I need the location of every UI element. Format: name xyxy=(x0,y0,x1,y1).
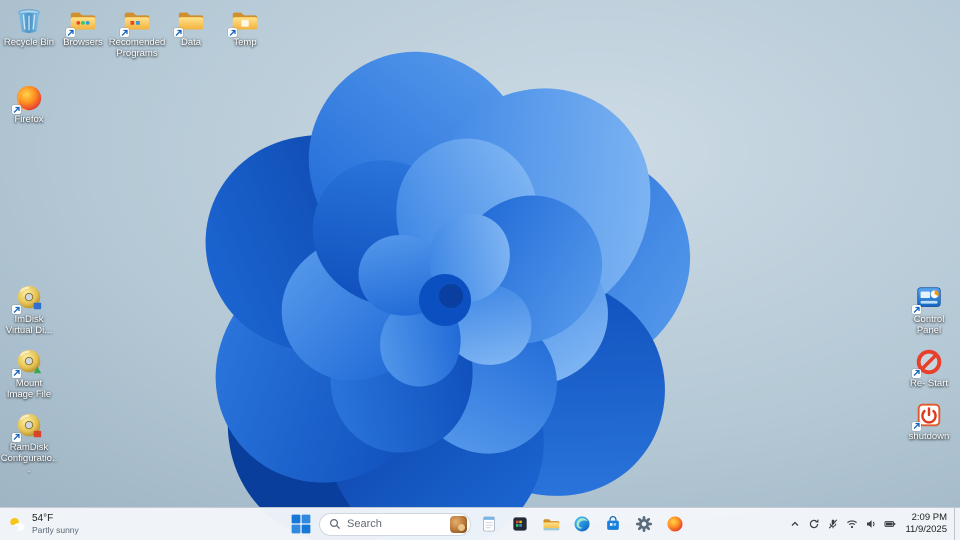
desktop-icon-row: Recycle Bin Browsers Recomended Programs… xyxy=(2,6,272,60)
microsoft-store-icon xyxy=(607,516,619,530)
icon-label: ImDisk Virtual Di... xyxy=(5,314,53,336)
clock-date: 11/9/2025 xyxy=(905,524,947,535)
folder-icon xyxy=(174,6,207,37)
wifi-icon[interactable] xyxy=(843,512,861,536)
taskbar-app-settings[interactable] xyxy=(631,511,657,537)
icon-label: Mount Image File xyxy=(6,377,52,400)
start-button[interactable] xyxy=(288,511,314,537)
desktop-icon-recommended-programs[interactable]: Recomended Programs xyxy=(108,6,166,60)
desktop-icon-browsers[interactable]: Browsers xyxy=(56,6,110,60)
desktop-icon-column-right: Control Panel Re- Start shutdown xyxy=(902,283,956,443)
clock-time: 2:09 PM xyxy=(911,511,947,523)
restart-prohibited-icon xyxy=(912,347,945,378)
taskbar-app-microsoft-store[interactable] xyxy=(600,511,626,537)
hidden-icons-chevron-icon[interactable] xyxy=(786,512,804,536)
taskbar: 54°F Partly sunny Search 2:09 PM 11/9/20… xyxy=(0,507,960,540)
shortcut-arrow-icon xyxy=(12,432,21,442)
desktop-icon-temp[interactable]: Temp xyxy=(218,6,272,60)
search-daily-image[interactable] xyxy=(450,515,467,533)
sync-icon[interactable] xyxy=(805,512,823,536)
shortcut-arrow-icon xyxy=(174,28,183,37)
gold-disc-icon xyxy=(12,283,45,314)
desktop-icon-recycle-bin[interactable]: Recycle Bin xyxy=(2,6,56,60)
gold-disc-icon xyxy=(12,411,45,442)
icon-label: Data xyxy=(180,37,202,48)
taskbar-app-firefox[interactable] xyxy=(662,511,688,537)
folder-icon xyxy=(228,6,261,37)
shortcut-arrow-icon xyxy=(12,368,21,378)
search-icon xyxy=(329,518,341,530)
show-desktop-button[interactable] xyxy=(954,508,958,540)
taskbar-app-notepad[interactable] xyxy=(476,511,502,537)
firefox-icon xyxy=(667,516,683,533)
shortcut-arrow-icon xyxy=(12,105,21,114)
shortcut-arrow-icon xyxy=(912,421,921,431)
gold-disc-icon xyxy=(12,347,45,378)
windows-start-icon xyxy=(291,514,311,534)
settings-gear-icon xyxy=(636,516,652,532)
icon-label: Recycle Bin xyxy=(3,37,55,48)
shortcut-arrow-icon xyxy=(912,368,921,378)
shortcut-arrow-icon xyxy=(228,28,237,37)
icon-label: Recomended Programs xyxy=(108,37,166,59)
desktop-icon-imdisk[interactable]: ImDisk Virtual Di... xyxy=(2,283,56,337)
icon-label: RamDisk Configuratio... xyxy=(0,441,58,475)
folder-icon xyxy=(120,6,153,37)
desktop-icon-mount-image-file[interactable]: Mount Image File xyxy=(2,347,56,401)
desktop: Recycle Bin Browsers Recomended Programs… xyxy=(0,0,960,540)
edge-icon xyxy=(574,516,590,532)
taskbar-app-system-utility[interactable] xyxy=(507,511,533,537)
system-tray: 2:09 PM 11/9/2025 xyxy=(786,508,958,540)
desktop-icon-ramdisk[interactable]: RamDisk Configuratio... xyxy=(0,411,58,476)
desktop-icon-column-left: ImDisk Virtual Di... Mount Image File Ra… xyxy=(0,283,58,476)
weather-widget[interactable]: 54°F Partly sunny xyxy=(7,508,79,540)
desktop-icon-restart[interactable]: Re- Start xyxy=(902,347,956,390)
mic-muted-icon[interactable] xyxy=(824,512,842,536)
volume-icon[interactable] xyxy=(862,512,880,536)
recycle-bin-icon xyxy=(13,6,45,36)
firefox-icon xyxy=(12,83,45,114)
battery-icon[interactable] xyxy=(881,512,899,536)
search-box[interactable] xyxy=(319,512,471,536)
taskbar-center xyxy=(288,508,688,540)
sun-cloud-icon xyxy=(9,517,25,531)
desktop-icon-shutdown[interactable]: shutdown xyxy=(902,400,956,443)
shortcut-arrow-icon xyxy=(12,305,21,314)
system-utility-icon xyxy=(513,517,527,531)
wallpaper-bloom xyxy=(0,0,960,540)
icon-label: Control Panel xyxy=(913,314,945,336)
desktop-icon-data[interactable]: Data xyxy=(164,6,218,60)
weather-condition: Partly sunny xyxy=(32,524,79,535)
clock[interactable]: 2:09 PM 11/9/2025 xyxy=(900,512,953,537)
taskbar-app-edge[interactable] xyxy=(569,511,595,537)
power-icon xyxy=(912,400,945,431)
search-input[interactable] xyxy=(347,518,444,530)
control-panel-icon xyxy=(912,283,945,314)
weather-temperature: 54°F xyxy=(32,512,54,524)
file-explorer-icon xyxy=(543,519,560,531)
taskbar-app-file-explorer[interactable] xyxy=(538,511,564,537)
shortcut-arrow-icon xyxy=(120,28,129,37)
shortcut-arrow-icon xyxy=(66,28,75,37)
desktop-icon-firefox[interactable]: Firefox xyxy=(2,83,56,126)
desktop-icon-control-panel[interactable]: Control Panel xyxy=(902,283,956,337)
shortcut-arrow-icon xyxy=(912,305,921,314)
notepad-icon xyxy=(483,516,495,532)
folder-icon xyxy=(66,6,99,37)
